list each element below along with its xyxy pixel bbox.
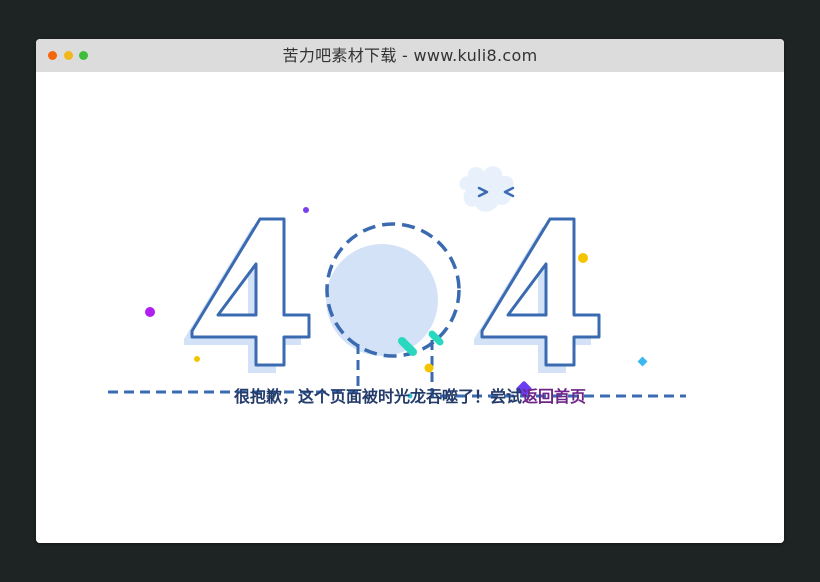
error-message-text: 很抱歉，这个页面被时光龙吞噬了！尝试: [233, 387, 522, 406]
home-link[interactable]: 返回首页: [522, 387, 586, 406]
cloud-face-icon: [459, 166, 515, 212]
digit-four-right: [474, 217, 601, 373]
browser-window: 苦力吧素材下载 - www.kuli8.com 很抱歉，这个页面被时光龙吞噬了！…: [36, 39, 784, 543]
window-titlebar: 苦力吧素材下载 - www.kuli8.com: [36, 39, 784, 72]
page-content: 很抱歉，这个页面被时光龙吞噬了！尝试返回首页: [36, 72, 784, 543]
digit-four-left: [184, 217, 311, 373]
error-404-illustration: [108, 166, 686, 399]
window-title: 苦力吧素材下载 - www.kuli8.com: [282, 46, 538, 65]
error-message: 很抱歉，这个页面被时光龙吞噬了！尝试返回首页: [36, 383, 784, 407]
